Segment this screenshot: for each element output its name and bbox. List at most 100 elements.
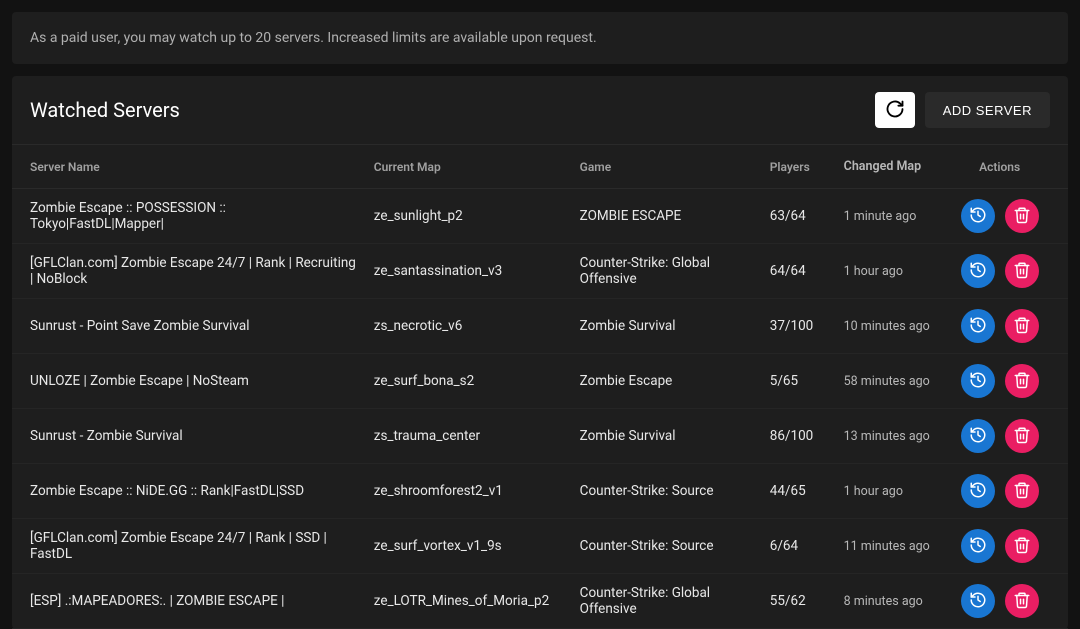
history-button[interactable] [961,529,995,563]
trash-icon [1013,426,1031,447]
cell-name: UNLOZE | Zombie Escape | NoSteam [12,354,366,409]
panel-title: Watched Servers [30,98,180,122]
cell-map: ze_sunlight_p2 [366,189,572,244]
cell-players: 5/65 [762,354,836,409]
history-icon [969,536,987,557]
col-header-name: Server Name [12,145,366,189]
cell-changed: 1 hour ago [836,464,942,519]
delete-button[interactable] [1005,309,1039,343]
cell-game: Counter-Strike: Global Offensive [572,244,762,299]
cell-changed: 1 minute ago [836,189,942,244]
cell-name: [ESP] .:MAPEADORES:. | ZOMBIE ESCAPE | [12,574,366,629]
delete-button[interactable] [1005,419,1039,453]
history-icon [969,591,987,612]
col-header-players: Players [762,145,836,189]
cell-changed: 1 hour ago [836,244,942,299]
history-icon [969,371,987,392]
cell-actions [941,574,1068,629]
delete-button[interactable] [1005,199,1039,233]
row-actions [949,529,1050,563]
history-button[interactable] [961,584,995,618]
cell-actions [941,354,1068,409]
servers-table: Server Name Current Map Game Players Cha… [12,145,1068,629]
cell-players: 37/100 [762,299,836,354]
row-actions [949,584,1050,618]
cell-actions [941,519,1068,574]
cell-map: zs_trauma_center [366,409,572,464]
history-button[interactable] [961,419,995,453]
row-actions [949,309,1050,343]
cell-name: Sunrust - Point Save Zombie Survival [12,299,366,354]
cell-map: ze_shroomforest2_v1 [366,464,572,519]
history-icon [969,481,987,502]
cell-actions [941,299,1068,354]
delete-button[interactable] [1005,364,1039,398]
col-header-map: Current Map [366,145,572,189]
cell-name: Zombie Escape :: NiDE.GG :: Rank|FastDL|… [12,464,366,519]
history-icon [969,206,987,227]
cell-game: Counter-Strike: Source [572,519,762,574]
table-row: Sunrust - Zombie Survivalzs_trauma_cente… [12,409,1068,464]
cell-map: ze_santassination_v3 [366,244,572,299]
history-button[interactable] [961,199,995,233]
cell-players: 86/100 [762,409,836,464]
trash-icon [1013,316,1031,337]
history-icon [969,426,987,447]
history-button[interactable] [961,364,995,398]
trash-icon [1013,536,1031,557]
table-row: UNLOZE | Zombie Escape | NoSteamze_surf_… [12,354,1068,409]
cell-players: 63/64 [762,189,836,244]
cell-actions [941,464,1068,519]
trash-icon [1013,261,1031,282]
cell-players: 6/64 [762,519,836,574]
trash-icon [1013,206,1031,227]
history-button[interactable] [961,254,995,288]
delete-button[interactable] [1005,529,1039,563]
row-actions [949,474,1050,508]
cell-game: Zombie Survival [572,299,762,354]
trash-icon [1013,371,1031,392]
cell-map: ze_LOTR_Mines_of_Moria_p2 [366,574,572,629]
cell-name: Zombie Escape :: POSSESSION :: Tokyo|Fas… [12,189,366,244]
cell-players: 64/64 [762,244,836,299]
row-actions [949,254,1050,288]
cell-actions [941,189,1068,244]
cell-changed: 13 minutes ago [836,409,942,464]
col-header-actions: Actions [941,145,1068,189]
history-button[interactable] [961,474,995,508]
cell-name: [GFLClan.com] Zombie Escape 24/7 | Rank … [12,519,366,574]
panel-actions: ADD SERVER [875,92,1050,128]
table-row: Zombie Escape :: NiDE.GG :: Rank|FastDL|… [12,464,1068,519]
cell-changed: 8 minutes ago [836,574,942,629]
cell-players: 44/65 [762,464,836,519]
col-header-game: Game [572,145,762,189]
cell-players: 55/62 [762,574,836,629]
cell-actions [941,244,1068,299]
history-icon [969,316,987,337]
cell-game: Counter-Strike: Global Offensive [572,574,762,629]
cell-changed: 10 minutes ago [836,299,942,354]
cell-name: [GFLClan.com] Zombie Escape 24/7 | Rank … [12,244,366,299]
row-actions [949,199,1050,233]
table-row: [GFLClan.com] Zombie Escape 24/7 | Rank … [12,519,1068,574]
usage-notice: As a paid user, you may watch up to 20 s… [12,12,1068,64]
row-actions [949,419,1050,453]
history-icon [969,261,987,282]
table-row: Sunrust - Point Save Zombie Survivalzs_n… [12,299,1068,354]
cell-game: Zombie Escape [572,354,762,409]
add-server-button[interactable]: ADD SERVER [925,92,1050,128]
refresh-button[interactable] [875,92,915,128]
delete-button[interactable] [1005,584,1039,618]
delete-button[interactable] [1005,254,1039,288]
refresh-icon [885,99,905,122]
cell-map: ze_surf_bona_s2 [366,354,572,409]
cell-game: Zombie Survival [572,409,762,464]
cell-game: Counter-Strike: Source [572,464,762,519]
delete-button[interactable] [1005,474,1039,508]
table-row: Zombie Escape :: POSSESSION :: Tokyo|Fas… [12,189,1068,244]
table-row: [ESP] .:MAPEADORES:. | ZOMBIE ESCAPE |ze… [12,574,1068,629]
trash-icon [1013,591,1031,612]
table-row: [GFLClan.com] Zombie Escape 24/7 | Rank … [12,244,1068,299]
trash-icon [1013,481,1031,502]
history-button[interactable] [961,309,995,343]
